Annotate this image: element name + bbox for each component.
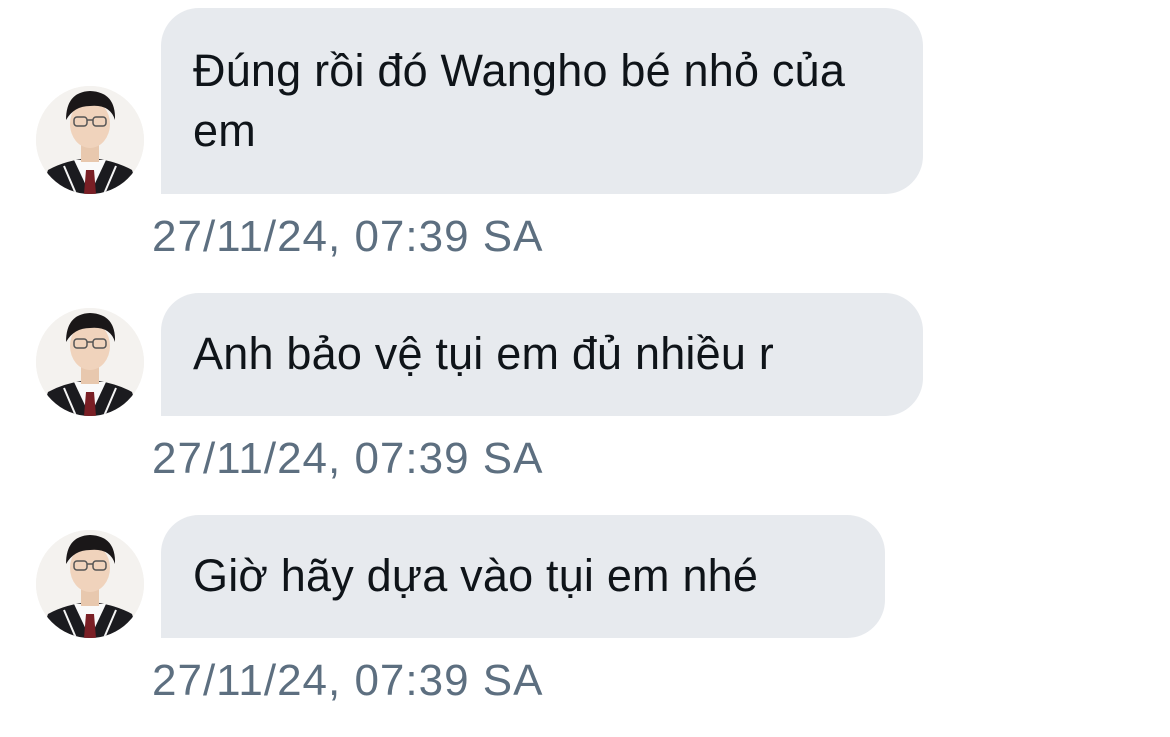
message-timestamp: 27/11/24, 07:39 SA: [152, 212, 544, 261]
sender-avatar[interactable]: [36, 530, 144, 638]
message-text: Đúng rồi đó Wangho bé nhỏ của em: [193, 45, 846, 156]
sender-avatar[interactable]: [36, 86, 144, 194]
message-timestamp: 27/11/24, 07:39 SA: [152, 656, 544, 705]
message-text: Anh bảo vệ tụi em đủ nhiều r: [193, 328, 774, 379]
avatar-image: [36, 308, 144, 416]
message-text: Giờ hãy dựa vào tụi em nhé: [193, 550, 759, 601]
sender-avatar[interactable]: [36, 308, 144, 416]
message-bubble[interactable]: Giờ hãy dựa vào tụi em nhé: [161, 515, 885, 638]
message-timestamp: 27/11/24, 07:39 SA: [152, 434, 544, 483]
avatar-image: [36, 530, 144, 638]
message-bubble[interactable]: Anh bảo vệ tụi em đủ nhiều r: [161, 293, 923, 416]
avatar-image: [36, 86, 144, 194]
message-bubble[interactable]: Đúng rồi đó Wangho bé nhỏ của em: [161, 8, 923, 194]
